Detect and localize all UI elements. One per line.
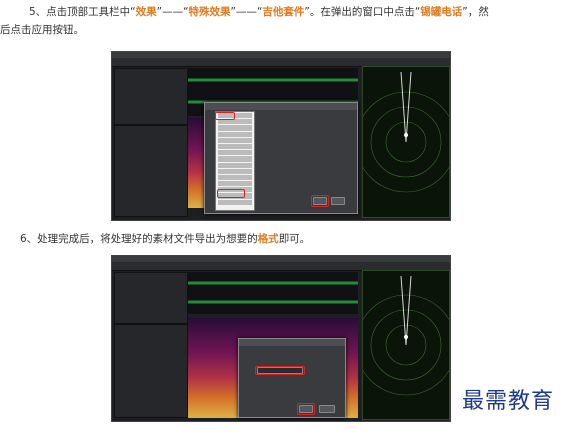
watermark-logo: 最需教育 [462,389,555,414]
dialog-titlebar [205,103,357,110]
ok-button-highlight [297,403,315,415]
step5-line1: 5、点击顶部工具栏中“效果”——“特殊效果”——“吉他套件”。在弹出的窗口中点击… [29,4,489,20]
export-dialog[interactable] [238,338,346,418]
highlight-tin-can-phone: 锡罐电话 [420,6,463,18]
menu-top-highlight [215,112,235,120]
effects-panel [114,125,188,217]
highlight-guitar-suite: 吉他套件 [262,6,305,18]
waveform-view-2 [188,272,358,314]
step6-line: 6、处理完成后，将处理好的素材文件导出为想要的格式即可。 [20,231,310,247]
screenshot-audition-effect-dialog [111,51,451,221]
close-button[interactable] [331,197,345,205]
step5-prefix: 5、点击顶部工具栏中“ [29,6,136,18]
step5-suffix: ”，然 [462,6,489,18]
step5-mid: ”。在弹出的窗口中点击“ [304,6,421,18]
effect-rack-dialog[interactable] [204,102,358,214]
export-dialog-titlebar [239,339,345,346]
step5-sep2: ”——“ [230,6,263,18]
files-panel [114,68,188,125]
step6-suffix: 即可。 [278,233,311,245]
cancel-button[interactable] [319,405,335,413]
tin-can-phone-highlight [217,189,245,198]
step5-line2: 后点击应用按钮。 [0,24,84,36]
phase-scope-2 [362,270,450,420]
apply-button-highlight [311,195,329,207]
highlight-effect: 效果 [135,6,157,18]
screenshot-audition-export-dialog [111,255,451,422]
files-panel-2 [114,272,188,324]
highlight-special-effects: 特殊效果 [188,6,231,18]
phase-scope [362,66,450,218]
effects-panel-2 [114,324,188,418]
step5-sep1: ”——“ [156,6,189,18]
format-dropdown-highlight [255,366,305,375]
highlight-format: 格式 [257,233,279,245]
step6-prefix: 6、处理完成后，将处理好的素材文件导出为想要的 [20,233,258,245]
